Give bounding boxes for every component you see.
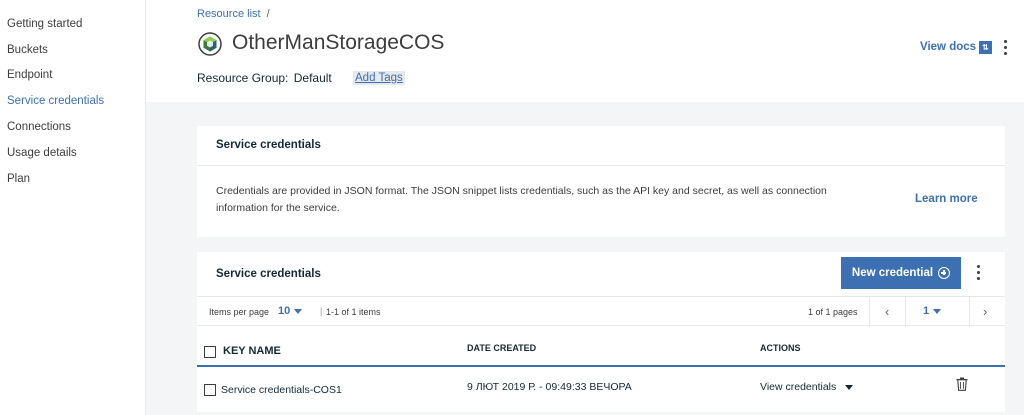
items-range: 1-1 of 1 items <box>326 307 381 317</box>
divider <box>869 297 870 327</box>
page-number-select[interactable]: 1 <box>923 305 942 317</box>
column-header-key-name[interactable]: KEY NAME <box>223 345 281 357</box>
items-per-page-label: Items per page <box>209 307 270 317</box>
items-per-page-value: 10 <box>278 305 291 317</box>
sidebar-item-buckets[interactable]: Buckets <box>7 44 48 56</box>
info-card-title: Service credentials <box>216 139 321 151</box>
sidebar-item-endpoint[interactable]: Endpoint <box>7 69 52 81</box>
row-checkbox[interactable] <box>204 384 216 396</box>
resource-group: Resource Group: Default <box>197 71 332 85</box>
credentials-table-title: Service credentials <box>216 268 321 280</box>
sidebar-item-service-credentials[interactable]: Service credentials <box>7 95 104 107</box>
key-name-cell: Service credentials-COS1 <box>221 384 342 396</box>
divider <box>969 297 970 327</box>
items-per-page-select[interactable]: 10 <box>278 305 303 317</box>
pagination-bar: Items per page 10 | 1-1 of 1 items 1 of … <box>197 296 1005 327</box>
add-tags-link[interactable]: Add Tags <box>353 71 405 85</box>
breadcrumb: Resource list / <box>197 8 270 20</box>
arrows-icon[interactable]: ⇅ <box>979 41 992 54</box>
column-header-actions: ACTIONS <box>760 343 801 353</box>
page-number-value: 1 <box>923 305 930 317</box>
learn-more-link[interactable]: Learn more <box>915 193 978 205</box>
pages-of: 1 of 1 pages <box>808 307 858 317</box>
sidebar-item-connections[interactable]: Connections <box>7 121 71 133</box>
resource-group-label: Resource Group: <box>197 71 289 85</box>
resource-group-value: Default <box>293 71 332 85</box>
date-created-cell: 9 ЛЮТ 2019 Р. - 09:49:33 ВЕЧОРА <box>467 381 632 393</box>
sidebar-item-usage-details[interactable]: Usage details <box>7 147 77 159</box>
breadcrumb-separator: / <box>266 8 270 20</box>
divider <box>905 297 906 327</box>
column-header-date-created[interactable]: DATE CREATED <box>467 343 536 353</box>
overflow-menu-icon[interactable] <box>1001 38 1011 58</box>
page-title: OtherManStorageCOS <box>232 31 445 54</box>
sidebar-item-getting-started[interactable]: Getting started <box>7 18 82 30</box>
main-content: Resource list / OtherManStorageCOS Resour… <box>146 0 1024 415</box>
info-card-description: Credentials are provided in JSON format.… <box>216 185 827 214</box>
sidebar-item-plan[interactable]: Plan <box>7 173 30 185</box>
view-docs-link[interactable]: View docs <box>920 41 976 53</box>
caret-down-icon <box>933 308 942 314</box>
next-page-icon[interactable]: › <box>983 304 987 319</box>
cloud-object-storage-icon <box>198 32 222 56</box>
divider <box>197 165 1005 166</box>
view-credentials-toggle[interactable]: View credentials <box>760 381 854 393</box>
select-all-checkbox[interactable] <box>204 346 216 358</box>
info-card: Service credentials Credentials are prov… <box>197 126 1005 237</box>
table-overflow-menu-icon[interactable] <box>974 263 984 283</box>
sidebar: Getting started Buckets Endpoint Service… <box>0 0 146 415</box>
caret-down-icon <box>845 384 854 390</box>
trash-icon[interactable] <box>956 377 968 391</box>
breadcrumb-resource-list-link[interactable]: Resource list <box>197 8 261 20</box>
credentials-table-card: Service credentials New credential Items… <box>197 252 1005 412</box>
new-credential-label: New credential <box>851 267 934 279</box>
add-circle-icon <box>938 267 951 279</box>
caret-down-icon <box>294 308 303 314</box>
new-credential-button[interactable]: New credential <box>841 257 961 289</box>
table-row: Service credentials-COS1 9 ЛЮТ 2019 Р. -… <box>197 371 1005 407</box>
table-header: KEY NAME DATE CREATED ACTIONS <box>197 336 1005 367</box>
previous-page-icon[interactable]: ‹ <box>885 304 889 319</box>
page-header: Resource list / OtherManStorageCOS Resour… <box>146 0 1024 102</box>
view-credentials-label: View credentials <box>760 381 837 393</box>
pagination-separator: | <box>320 306 323 316</box>
